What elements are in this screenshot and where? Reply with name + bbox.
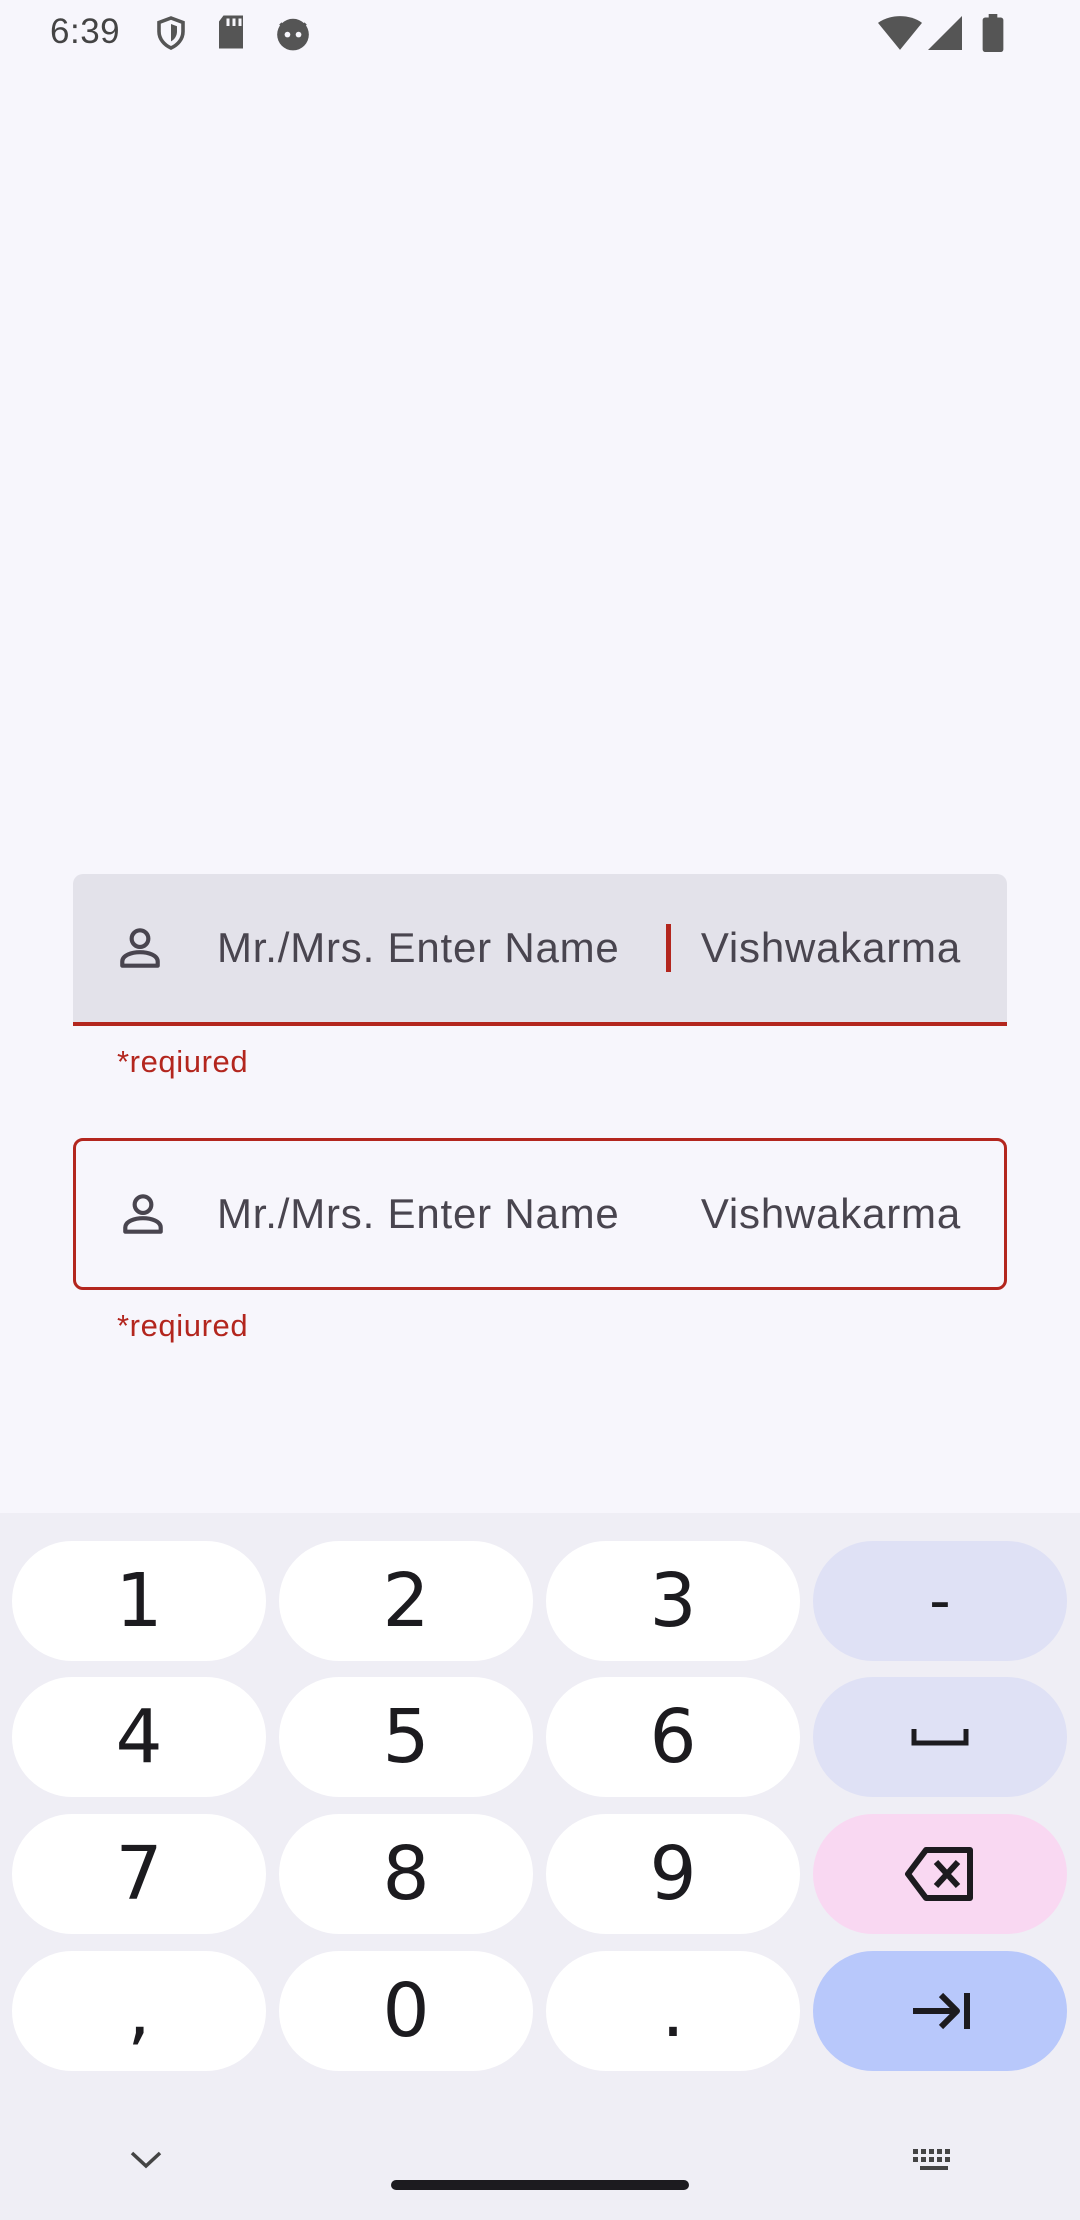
backspace-icon <box>905 1847 973 1901</box>
name-suffix-text: Vishwakarma <box>700 924 961 971</box>
key-comma[interactable]: , <box>12 1951 266 2071</box>
key-1[interactable]: 1 <box>12 1541 266 1661</box>
key-9[interactable]: 9 <box>546 1814 800 1934</box>
key-7[interactable]: 7 <box>12 1814 266 1934</box>
key-5[interactable]: 5 <box>279 1677 533 1797</box>
numeric-keyboard: 1 2 3 - 4 5 6 7 8 9 , 0 . <box>0 1513 1080 2220</box>
key-6[interactable]: 6 <box>546 1677 800 1797</box>
name-field-error-text: *reqiured <box>117 1308 249 1343</box>
key-minus-label: - <box>929 1566 951 1636</box>
chevron-down-icon[interactable] <box>129 2149 163 2171</box>
home-indicator[interactable] <box>391 2180 689 2190</box>
wifi-icon <box>878 16 922 50</box>
key-4[interactable]: 4 <box>12 1677 266 1797</box>
person-icon <box>123 1194 163 1234</box>
person-icon <box>120 928 160 968</box>
key-backspace[interactable] <box>813 1814 1067 1934</box>
key-8[interactable]: 8 <box>279 1814 533 1934</box>
name-prefix-label: Mr./Mrs. Enter Name <box>217 924 620 971</box>
sd-card-icon <box>219 15 243 49</box>
android-face-icon <box>277 18 309 51</box>
status-time: 6:39 <box>50 12 121 51</box>
key-3[interactable]: 3 <box>546 1541 800 1661</box>
key-minus[interactable]: - <box>813 1541 1067 1661</box>
space-icon <box>911 1729 969 1746</box>
battery-icon <box>982 14 1004 52</box>
keyboard-icon[interactable] <box>911 2147 957 2175</box>
key-space[interactable] <box>813 1677 1067 1797</box>
name-field-error-text: *reqiured <box>117 1044 249 1079</box>
key-0[interactable]: 0 <box>279 1951 533 2071</box>
text-cursor <box>666 924 671 972</box>
shield-icon <box>157 16 185 50</box>
name-suffix-text: Vishwakarma <box>700 1190 961 1237</box>
status-bar: 6:39 <box>0 0 1080 66</box>
key-period[interactable]: . <box>546 1951 800 2071</box>
tab-icon <box>913 1992 970 2030</box>
key-2[interactable]: 2 <box>279 1541 533 1661</box>
name-field-outlined[interactable]: Mr./Mrs. Enter Name Vishwakarma <box>73 1138 1007 1290</box>
name-field-filled[interactable]: Mr./Mrs. Enter Name Vishwakarma <box>73 874 1007 1026</box>
key-tab-next[interactable] <box>813 1951 1067 2071</box>
name-prefix-label: Mr./Mrs. Enter Name <box>217 1190 620 1237</box>
cellular-icon <box>928 16 962 50</box>
